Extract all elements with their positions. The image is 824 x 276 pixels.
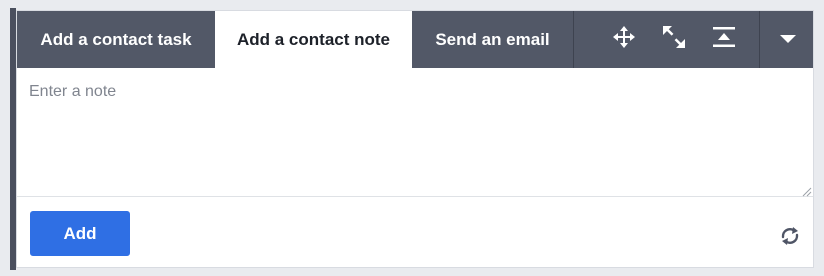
- collapse-icon: [713, 26, 735, 53]
- add-button[interactable]: Add: [30, 211, 130, 256]
- activity-composer-panel: Add a contact task Add a contact note Se…: [16, 10, 814, 268]
- tab-add-contact-note[interactable]: Add a contact note: [215, 11, 412, 69]
- tab-label: Send an email: [435, 29, 550, 49]
- note-area: [17, 68, 813, 197]
- expand-button[interactable]: [649, 11, 699, 68]
- tab-send-email[interactable]: Send an email: [412, 11, 573, 68]
- note-input[interactable]: [17, 68, 813, 196]
- move-icon: [613, 26, 635, 53]
- tab-bar: Add a contact task Add a contact note Se…: [17, 11, 813, 69]
- resize-handle-icon[interactable]: [802, 184, 812, 197]
- more-options-button[interactable]: [763, 11, 813, 68]
- collapse-button[interactable]: [699, 11, 749, 68]
- caret-down-icon: [780, 31, 796, 49]
- tab-label: Add a contact note: [236, 30, 390, 49]
- move-button[interactable]: [599, 11, 649, 68]
- tab-divider: [759, 11, 760, 68]
- tab-label: Add a contact task: [40, 29, 192, 49]
- expand-icon: [662, 25, 686, 54]
- tab-divider: [573, 11, 574, 68]
- refresh-icon[interactable]: [775, 221, 805, 251]
- tab-add-contact-task[interactable]: Add a contact task: [17, 11, 215, 68]
- composer-footer: Add: [17, 197, 813, 267]
